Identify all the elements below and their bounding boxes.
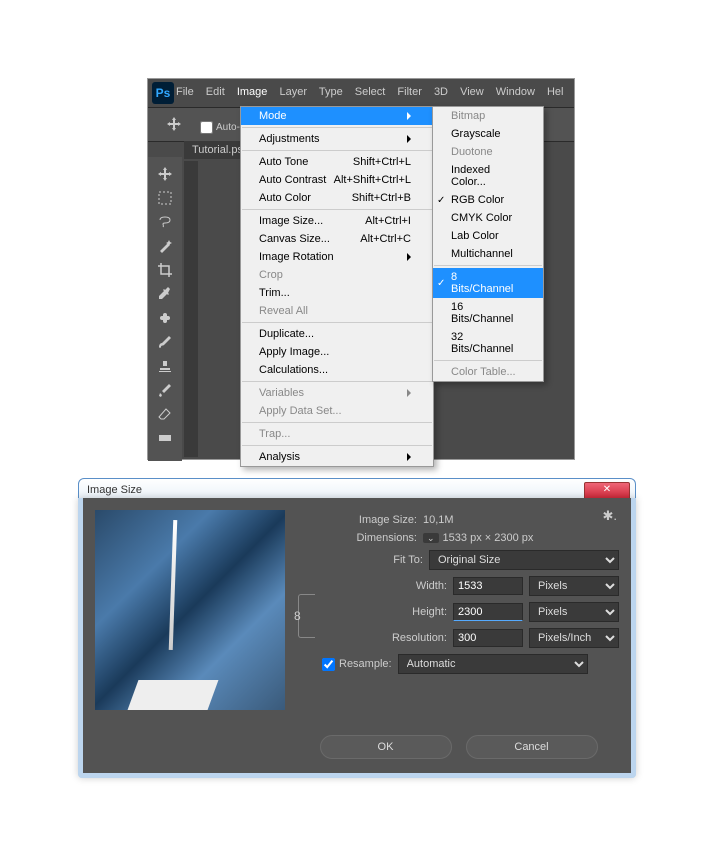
- resample-select[interactable]: Automatic: [398, 654, 588, 674]
- marquee-tool[interactable]: [152, 187, 178, 209]
- healing-tool[interactable]: [152, 307, 178, 329]
- trim-item[interactable]: Trim...: [241, 284, 433, 302]
- dialog-title: Image Size: [87, 484, 142, 496]
- photoshop-window: Ps File Edit Image Layer Type Select Fil…: [147, 78, 575, 460]
- menu-window[interactable]: Window: [496, 86, 535, 98]
- menu-edit[interactable]: Edit: [206, 86, 225, 98]
- auto-tone-item[interactable]: Auto ToneShift+Ctrl+L: [241, 153, 433, 171]
- cancel-button[interactable]: Cancel: [466, 735, 598, 759]
- menu-filter[interactable]: Filter: [397, 86, 421, 98]
- auto-contrast-item[interactable]: Auto ContrastAlt+Shift+Ctrl+L: [241, 171, 433, 189]
- 32bit-item[interactable]: 32 Bits/Channel: [433, 328, 543, 358]
- dimensions-value: ⌄1533 px × 2300 px: [423, 532, 619, 544]
- 8bit-item[interactable]: 8 Bits/Channel: [433, 268, 543, 298]
- resolution-unit-select[interactable]: Pixels/Inch: [529, 628, 619, 648]
- image-size-dialog: ✱. Image Size:10,1M Dimensions:⌄1533 px …: [78, 498, 636, 778]
- history-brush-tool[interactable]: [152, 379, 178, 401]
- auto-color-item[interactable]: Auto ColorShift+Ctrl+B: [241, 189, 433, 207]
- calculations-item[interactable]: Calculations...: [241, 361, 433, 379]
- multichannel-item[interactable]: Multichannel: [433, 245, 543, 263]
- height-unit-select[interactable]: Pixels: [529, 602, 619, 622]
- resolution-label: Resolution:: [392, 632, 447, 644]
- color-table-item: Color Table...: [433, 363, 543, 381]
- menu-3d[interactable]: 3D: [434, 86, 448, 98]
- height-label: Height:: [412, 606, 447, 618]
- resample-label: Resample:: [339, 658, 392, 670]
- stamp-tool[interactable]: [152, 355, 178, 377]
- menu-file[interactable]: File: [176, 86, 194, 98]
- bitmap-item: Bitmap: [433, 107, 543, 125]
- rgb-item[interactable]: RGB Color: [433, 191, 543, 209]
- resolution-input[interactable]: [453, 629, 523, 647]
- indexed-item[interactable]: Indexed Color...: [433, 161, 543, 191]
- width-unit-select[interactable]: Pixels: [529, 576, 619, 596]
- image-rotation-item[interactable]: Image Rotation: [241, 248, 433, 266]
- grayscale-item[interactable]: Grayscale: [433, 125, 543, 143]
- brush-tool[interactable]: [152, 331, 178, 353]
- ok-button[interactable]: OK: [320, 735, 452, 759]
- resample-checkbox[interactable]: [322, 658, 335, 671]
- auto-select-option[interactable]: Auto-S: [196, 118, 247, 137]
- adjustments-item[interactable]: Adjustments: [241, 130, 433, 148]
- apply-image-item[interactable]: Apply Image...: [241, 343, 433, 361]
- fit-to-select[interactable]: Original Size: [429, 550, 619, 570]
- lasso-tool[interactable]: [152, 211, 178, 233]
- move-tool-icon: [166, 116, 182, 132]
- trap-item: Trap...: [241, 425, 433, 443]
- width-label: Width:: [416, 580, 447, 592]
- auto-select-checkbox[interactable]: [200, 121, 213, 134]
- crop-tool[interactable]: [152, 259, 178, 281]
- crop-item: Crop: [241, 266, 433, 284]
- chevron-down-icon[interactable]: ⌄: [423, 533, 439, 543]
- analysis-item[interactable]: Analysis: [241, 448, 433, 466]
- duplicate-item[interactable]: Duplicate...: [241, 325, 433, 343]
- menu-type[interactable]: Type: [319, 86, 343, 98]
- image-size-value: 10,1M: [423, 514, 619, 526]
- mode-submenu: Bitmap Grayscale Duotone Indexed Color..…: [432, 106, 544, 382]
- wand-tool[interactable]: [152, 235, 178, 257]
- gradient-tool[interactable]: [152, 427, 178, 449]
- duotone-item: Duotone: [433, 143, 543, 161]
- form-area: Image Size: 10,1M Dimensions: ⌄1533 px × 2…: [298, 508, 619, 680]
- apply-data-set-item: Apply Data Set...: [241, 402, 433, 420]
- 16bit-item[interactable]: 16 Bits/Channel: [433, 298, 543, 328]
- image-size-label: Image Size:: [359, 514, 417, 526]
- reveal-all-item: Reveal All: [241, 302, 433, 320]
- menu-select[interactable]: Select: [355, 86, 386, 98]
- submenu-arrow-icon: [407, 453, 411, 461]
- cmyk-item[interactable]: CMYK Color: [433, 209, 543, 227]
- submenu-arrow-icon: [407, 135, 411, 143]
- menu-help[interactable]: Hel: [547, 86, 564, 98]
- submenu-arrow-icon: [407, 389, 411, 397]
- menu-view[interactable]: View: [460, 86, 484, 98]
- submenu-arrow-icon: [407, 112, 411, 120]
- menubar: File Edit Image Layer Type Select Filter…: [176, 86, 572, 98]
- width-input[interactable]: [453, 577, 523, 595]
- eraser-tool[interactable]: [152, 403, 178, 425]
- dimensions-label: Dimensions:: [356, 532, 417, 544]
- menu-image[interactable]: Image: [237, 86, 268, 98]
- image-preview: [95, 510, 285, 710]
- ruler: [184, 161, 198, 457]
- variables-item: Variables: [241, 384, 433, 402]
- canvas-size-item[interactable]: Canvas Size...Alt+Ctrl+C: [241, 230, 433, 248]
- mode-item[interactable]: Mode: [241, 107, 433, 125]
- menu-layer[interactable]: Layer: [279, 86, 307, 98]
- eyedropper-tool[interactable]: [152, 283, 178, 305]
- dialog-buttons: OK Cancel: [298, 735, 619, 759]
- ps-logo: Ps: [152, 82, 174, 104]
- lab-item[interactable]: Lab Color: [433, 227, 543, 245]
- submenu-arrow-icon: [407, 253, 411, 261]
- move-tool[interactable]: [152, 163, 178, 185]
- image-menu-dropdown: Mode Adjustments Auto ToneShift+Ctrl+L A…: [240, 106, 434, 467]
- link-icon[interactable]: [298, 594, 315, 638]
- height-input[interactable]: [453, 603, 523, 621]
- image-size-item[interactable]: Image Size...Alt+Ctrl+I: [241, 212, 433, 230]
- tools-panel: [148, 157, 182, 461]
- fit-to-label: Fit To:: [393, 554, 423, 566]
